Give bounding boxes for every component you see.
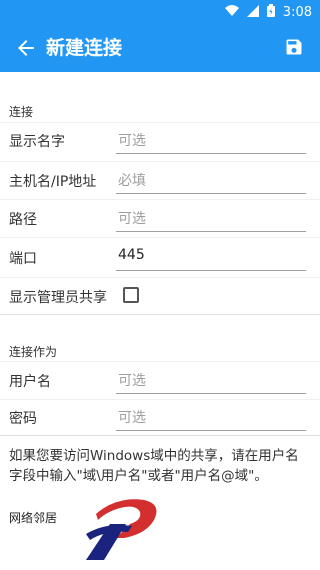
admin-shares-label: 显示管理员共享 — [9, 290, 107, 306]
field-underline — [116, 193, 306, 194]
field-underline — [116, 270, 306, 271]
username-placeholder: 可选 — [118, 373, 146, 389]
port-value: 445 — [118, 247, 145, 263]
save-icon — [286, 39, 302, 55]
status-bar: 3:08 — [0, 0, 320, 24]
host-placeholder: 必填 — [118, 173, 146, 189]
display-name-label: 显示名字 — [9, 134, 65, 150]
password-placeholder: 可选 — [118, 410, 146, 426]
section-divider — [0, 314, 320, 315]
admin-shares-checkbox[interactable] — [123, 287, 139, 303]
host-label: 主机名/IP地址 — [9, 174, 97, 190]
divider — [0, 161, 320, 162]
section-header-connection: 连接 — [9, 105, 34, 119]
app-bar: 新建连接 — [0, 24, 320, 72]
divider — [0, 122, 320, 123]
password-label: 密码 — [9, 411, 37, 427]
section-divider — [0, 435, 320, 436]
signal-icon — [246, 4, 259, 20]
path-placeholder: 可选 — [118, 211, 146, 227]
field-underline — [116, 231, 306, 232]
port-field[interactable]: 445 — [116, 247, 306, 271]
network-neighborhood-label: 网络邻居 — [9, 511, 58, 525]
divider — [0, 237, 320, 238]
divider — [0, 199, 320, 200]
divider — [0, 399, 320, 400]
page-title: 新建连接 — [46, 37, 123, 59]
wifi-icon — [224, 4, 239, 20]
path-field[interactable]: 可选 — [116, 208, 306, 232]
save-button[interactable] — [284, 37, 304, 57]
field-underline — [116, 153, 306, 154]
arrow-left-icon — [18, 40, 34, 56]
display-name-field[interactable]: 可选 — [116, 130, 306, 154]
username-label: 用户名 — [9, 374, 51, 390]
battery-icon — [266, 4, 275, 20]
field-underline — [116, 393, 306, 394]
section-header-connect-as: 连接作为 — [9, 345, 58, 359]
divider — [0, 361, 320, 362]
brand-logo-icon — [86, 499, 157, 560]
back-button[interactable] — [14, 36, 38, 60]
divider — [0, 277, 320, 278]
status-icons: 3:08 — [224, 4, 312, 20]
form-content: 连接 显示名字 可选 主机名/IP地址 必填 路径 可选 端口 445 显示管理… — [0, 72, 320, 570]
clock: 3:08 — [282, 4, 312, 20]
display-name-placeholder: 可选 — [118, 133, 146, 149]
domain-hint: 如果您要访问Windows域中的共享，请在用户名字段中输入"域\用户名"或者"用… — [9, 448, 299, 484]
host-field[interactable]: 必填 — [116, 170, 306, 194]
password-field[interactable]: 可选 — [116, 407, 306, 431]
path-label: 路径 — [9, 212, 37, 228]
field-underline — [116, 430, 306, 431]
port-label: 端口 — [9, 251, 37, 267]
username-field[interactable]: 可选 — [116, 370, 306, 394]
